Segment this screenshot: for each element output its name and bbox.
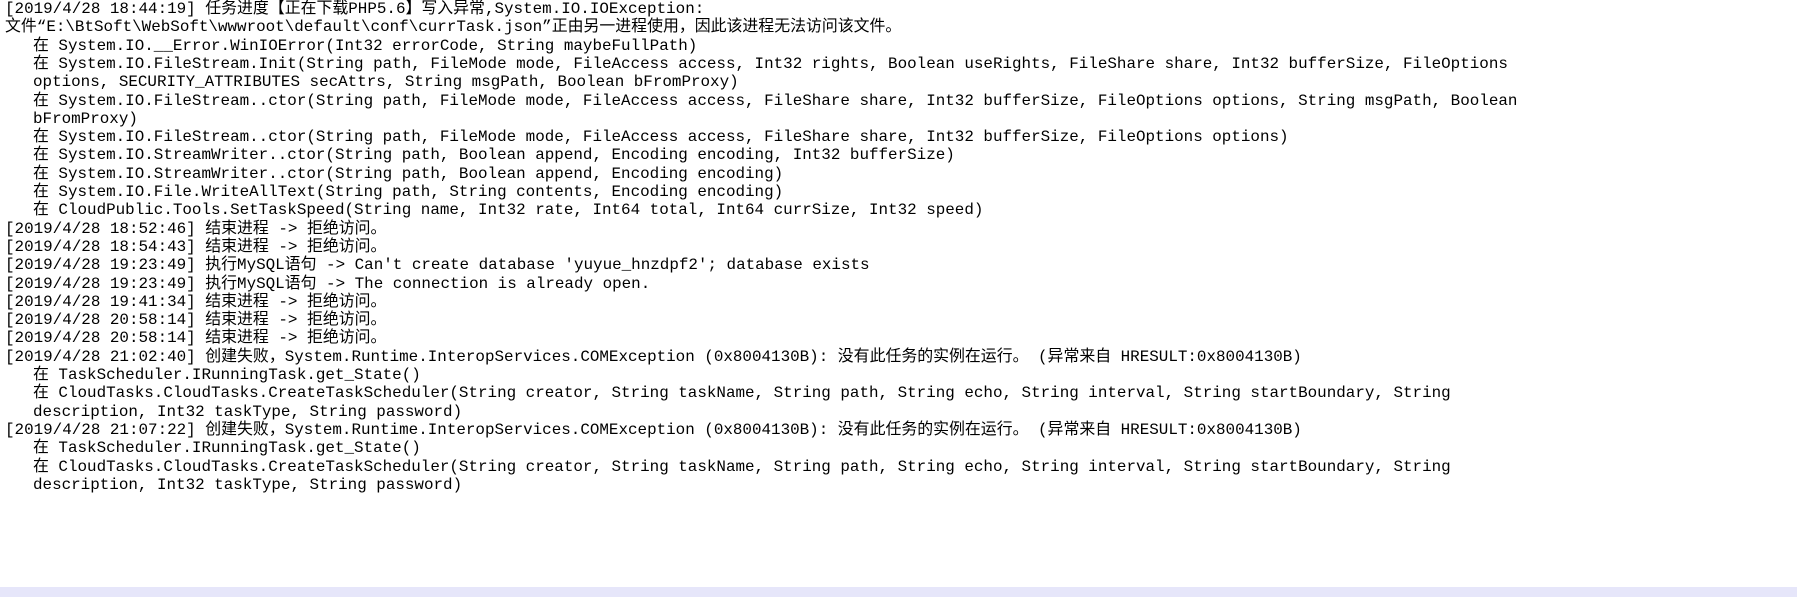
bottom-bar [0, 587, 1797, 597]
log-line: [2019/4/28 18:44:19] 任务进度【正在下载PHP5.6】写入异… [5, 0, 705, 18]
log-line: bFromProxy) [33, 109, 138, 128]
log-line: [2019/4/28 18:54:43] 结束进程 -> 拒绝访问。 [5, 237, 387, 256]
log-line: 在 System.IO.FileStream.Init(String path,… [33, 54, 1508, 73]
log-line: 文件“E:\BtSoft\WebSoft\wwwroot\default\con… [5, 18, 902, 37]
log-line: 在 System.IO.FileStream..ctor(String path… [33, 128, 1289, 147]
log-line: 在 CloudPublic.Tools.SetTaskSpeed(String … [33, 201, 984, 220]
log-line: [2019/4/28 19:23:49] 执行MySQL语句 -> Can't … [5, 256, 870, 275]
log-line: [2019/4/28 18:52:46] 结束进程 -> 拒绝访问。 [5, 219, 387, 238]
log-line: 在 System.IO.FileStream..ctor(String path… [33, 91, 1518, 110]
log-line: 在 System.IO.StreamWriter..ctor(String pa… [33, 164, 784, 183]
log-line: 在 System.IO.StreamWriter..ctor(String pa… [33, 146, 955, 165]
log-line: 在 CloudTasks.CloudTasks.CreateTaskSchedu… [33, 457, 1451, 476]
log-line: [2019/4/28 20:58:14] 结束进程 -> 拒绝访问。 [5, 311, 387, 330]
log-line: 在 TaskScheduler.IRunningTask.get_State() [33, 366, 421, 384]
log-line: description, Int32 taskType, String pass… [33, 402, 463, 421]
log-textarea[interactable]: [2019/4/28 18:44:19] 任务进度【正在下载PHP5.6】写入异… [0, 0, 1797, 587]
log-line: description, Int32 taskType, String pass… [33, 475, 463, 494]
log-line: [2019/4/28 19:41:34] 结束进程 -> 拒绝访问。 [5, 292, 387, 311]
log-line: [2019/4/28 20:58:14] 结束进程 -> 拒绝访问。 [5, 329, 387, 348]
log-line: [2019/4/28 21:07:22] 创建失败，System.Runtime… [5, 420, 1302, 439]
log-line: [2019/4/28 21:02:40] 创建失败，System.Runtime… [5, 347, 1302, 366]
log-line: [2019/4/28 19:23:49] 执行MySQL语句 -> The co… [5, 274, 651, 293]
log-line: 在 CloudTasks.CloudTasks.CreateTaskSchedu… [33, 384, 1451, 403]
log-line: 在 System.IO.__Error.WinIOError(Int32 err… [33, 36, 698, 55]
log-line: 在 TaskScheduler.IRunningTask.get_State() [33, 439, 421, 458]
log-line: 在 System.IO.File.WriteAllText(String pat… [33, 183, 784, 201]
log-line: options, SECURITY_ATTRIBUTES secAttrs, S… [33, 73, 739, 92]
